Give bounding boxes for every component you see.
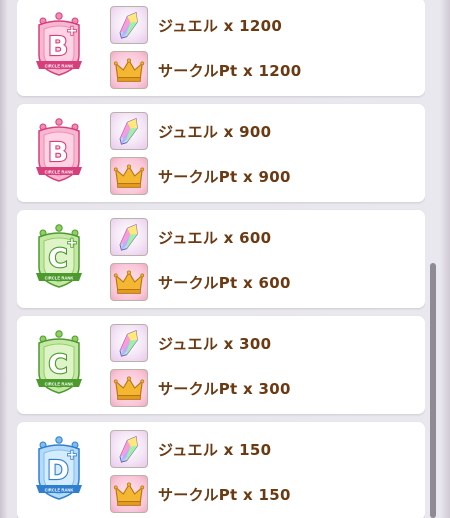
reward-row: CIRCLE RANK D + ジュエル x 150 サークルPt x 150 xyxy=(17,422,425,518)
crown-icon xyxy=(113,270,145,294)
rank-letter: C xyxy=(48,350,67,380)
reward-row: CIRCLE RANK B ジュエル x 900 サークルPt x 900 xyxy=(17,104,425,202)
reward-item: サークルPt x 1200 xyxy=(110,51,410,91)
jewel-icon xyxy=(119,12,138,39)
jewel-item-frame xyxy=(110,6,148,44)
circle-rank-badge: CIRCLE RANK C xyxy=(36,330,82,394)
reward-item: ジュエル x 1200 xyxy=(110,6,410,46)
crown-icon xyxy=(113,376,145,400)
reward-label: サークルPt x 300 xyxy=(158,380,291,398)
rank-letter: D xyxy=(47,456,69,486)
reward-item: ジュエル x 150 xyxy=(110,430,410,470)
crown-icon xyxy=(113,482,145,506)
jewel-item-frame xyxy=(110,324,148,362)
reward-label: ジュエル x 600 xyxy=(158,229,272,247)
circle-pt-item-frame xyxy=(110,157,148,195)
jewel-icon xyxy=(119,224,138,251)
circle-pt-item-frame xyxy=(110,475,148,513)
reward-row: CIRCLE RANK C ジュエル x 300 サークルPt x 300 xyxy=(17,316,425,414)
circle-rank-text: CIRCLE RANK xyxy=(45,276,74,281)
reward-item: サークルPt x 150 xyxy=(110,475,410,515)
reward-row: CIRCLE RANK B + ジュエル x 1200 サークルPt x 120… xyxy=(17,0,425,96)
reward-label: ジュエル x 300 xyxy=(158,335,272,353)
circle-rank-text: CIRCLE RANK xyxy=(45,64,74,69)
reward-item: サークルPt x 600 xyxy=(110,263,410,303)
rank-plus: + xyxy=(67,236,78,251)
reward-item: サークルPt x 300 xyxy=(110,369,410,409)
rank-plus: + xyxy=(67,24,78,39)
reward-item: サークルPt x 900 xyxy=(110,157,410,197)
reward-label: ジュエル x 150 xyxy=(158,441,272,459)
circle-rank-text: CIRCLE RANK xyxy=(45,382,74,387)
jewel-icon xyxy=(119,330,138,357)
reward-item: ジュエル x 600 xyxy=(110,218,410,258)
rank-plus: + xyxy=(67,448,78,463)
circle-pt-item-frame xyxy=(110,263,148,301)
reward-label: サークルPt x 1200 xyxy=(158,62,302,80)
jewel-icon xyxy=(119,118,138,145)
circle-rank-badge: CIRCLE RANK D + xyxy=(36,436,82,500)
reward-label: ジュエル x 1200 xyxy=(158,17,283,35)
rank-letter: B xyxy=(48,138,68,168)
circle-rank-text: CIRCLE RANK xyxy=(45,170,74,175)
reward-list[interactable]: CIRCLE RANK B + ジュエル x 1200 サークルPt x 120… xyxy=(17,0,425,518)
reward-row: CIRCLE RANK C + ジュエル x 600 サークルPt x 600 xyxy=(17,210,425,308)
reward-label: サークルPt x 900 xyxy=(158,168,291,186)
jewel-item-frame xyxy=(110,112,148,150)
reward-item: ジュエル x 900 xyxy=(110,112,410,152)
rank-letter: C xyxy=(48,244,67,274)
jewel-icon xyxy=(119,436,138,463)
reward-label: ジュエル x 900 xyxy=(158,123,272,141)
circle-pt-item-frame xyxy=(110,369,148,407)
jewel-item-frame xyxy=(110,218,148,256)
rank-letter: B xyxy=(48,32,68,62)
reward-label: サークルPt x 150 xyxy=(158,486,291,504)
circle-rank-badge: CIRCLE RANK B xyxy=(36,118,82,182)
circle-rank-badge: CIRCLE RANK B + xyxy=(36,12,82,76)
reward-item: ジュエル x 300 xyxy=(110,324,410,364)
circle-rank-badge: CIRCLE RANK C + xyxy=(36,224,82,288)
scrollbar[interactable] xyxy=(430,263,436,518)
reward-label: サークルPt x 600 xyxy=(158,274,291,292)
crown-icon xyxy=(113,164,145,188)
circle-rank-text: CIRCLE RANK xyxy=(45,488,74,493)
crown-icon xyxy=(113,58,145,82)
circle-pt-item-frame xyxy=(110,51,148,89)
jewel-item-frame xyxy=(110,430,148,468)
